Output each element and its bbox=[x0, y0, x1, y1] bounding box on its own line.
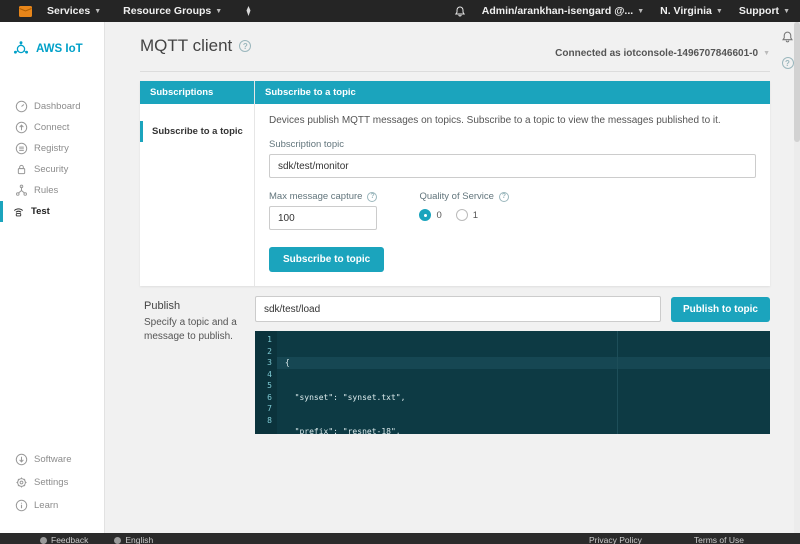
code-line: "prefix": "resnet-18", bbox=[285, 427, 401, 434]
help-icon[interactable]: ? bbox=[367, 191, 378, 202]
sidebar-item-registry[interactable]: Registry bbox=[0, 138, 104, 159]
help-icon[interactable]: ? bbox=[781, 57, 794, 69]
max-capture-label: Max message capture ? bbox=[269, 191, 378, 202]
sidebar-item-software[interactable]: Software bbox=[0, 448, 104, 471]
chevron-down-icon: ▼ bbox=[637, 7, 645, 15]
sidebar-item-security[interactable]: Security bbox=[0, 159, 104, 180]
code-line: { bbox=[277, 357, 770, 369]
qos-field: Quality of Service ? 0 1 bbox=[419, 178, 509, 230]
resource-groups-menu[interactable]: Resource Groups ▼ bbox=[123, 5, 222, 17]
qos-option-0[interactable]: 0 bbox=[419, 209, 442, 221]
wifi-test-icon bbox=[13, 208, 24, 217]
aws-top-nav: Services ▼ Resource Groups ▼ Admin/arank… bbox=[0, 0, 800, 22]
feedback-icon bbox=[40, 536, 47, 544]
subscribe-pane-header: Subscribe to a topic bbox=[255, 81, 770, 104]
chevron-down-icon: ▼ bbox=[94, 7, 102, 15]
qos-option-1[interactable]: 1 bbox=[455, 209, 478, 221]
sidebar-item-connect[interactable]: Connect bbox=[0, 117, 104, 138]
qos-label: Quality of Service ? bbox=[419, 191, 509, 202]
subscription-list-item[interactable]: Subscribe to a topic bbox=[140, 121, 254, 142]
account-menu[interactable]: Admin/arankhan-isengard @... ▼ bbox=[482, 5, 644, 17]
chevron-down-icon: ▼ bbox=[715, 7, 723, 15]
max-capture-field: Max message capture ? bbox=[269, 178, 378, 230]
header-divider bbox=[140, 71, 770, 72]
lock-icon bbox=[17, 164, 26, 175]
publish-section: Publish Specify a topic and a message to… bbox=[140, 296, 770, 434]
sidebar-nav: Dashboard Connect Registry Security Rule… bbox=[0, 96, 104, 222]
page-title: MQTT client ? bbox=[140, 36, 252, 56]
aws-iot-brand[interactable]: AWS IoT bbox=[0, 22, 104, 58]
sidebar-item-learn[interactable]: Learn bbox=[0, 494, 104, 517]
editor-code: { "synset": "synset.txt", "prefix": "res… bbox=[277, 331, 770, 434]
subscribe-to-topic-button[interactable]: Subscribe to topic bbox=[269, 247, 385, 272]
subscribe-pane: Subscribe to a topic Devices publish MQT… bbox=[255, 81, 770, 286]
privacy-policy-link[interactable]: Privacy Policy bbox=[589, 535, 642, 544]
rules-icon bbox=[16, 184, 27, 196]
aws-iot-logo-icon bbox=[13, 41, 29, 54]
aws-logo-icon[interactable] bbox=[18, 4, 33, 18]
publish-to-topic-button[interactable]: Publish to topic bbox=[671, 296, 770, 322]
gear-icon bbox=[16, 477, 27, 488]
max-capture-input[interactable] bbox=[269, 206, 377, 230]
download-icon bbox=[15, 453, 28, 466]
notifications-bell-icon[interactable] bbox=[781, 30, 794, 49]
radio-selected-icon bbox=[419, 209, 432, 221]
aws-iot-sidebar: AWS IoT Dashboard Connect Registry Secur… bbox=[0, 22, 105, 533]
feedback-link[interactable]: Feedback bbox=[40, 535, 88, 544]
info-icon bbox=[15, 499, 28, 512]
registry-icon bbox=[15, 142, 28, 155]
corner-icons: ? bbox=[781, 30, 794, 69]
publish-description: Specify a topic and a message to publish… bbox=[144, 317, 237, 342]
chevron-down-icon: ▼ bbox=[783, 7, 790, 15]
subscriptions-header: Subscriptions bbox=[140, 81, 254, 104]
support-menu[interactable]: Support ▼ bbox=[739, 5, 790, 17]
notifications-bell-icon[interactable] bbox=[454, 5, 466, 18]
scrollbar-thumb[interactable] bbox=[794, 22, 800, 142]
sidebar-item-dashboard[interactable]: Dashboard bbox=[0, 96, 104, 117]
subscription-topic-input[interactable] bbox=[269, 154, 756, 178]
terms-of-use-link[interactable]: Terms of Use bbox=[694, 535, 744, 544]
sidebar-item-settings[interactable]: Settings bbox=[0, 471, 104, 494]
services-menu[interactable]: Services ▼ bbox=[47, 5, 101, 17]
subscription-topic-label: Subscription topic bbox=[269, 139, 344, 150]
subscriptions-panel: Subscriptions Subscribe to a topic Subsc… bbox=[140, 81, 770, 286]
sidebar-item-test[interactable]: Test bbox=[0, 201, 104, 222]
subscribe-description: Devices publish MQTT messages on topics.… bbox=[269, 115, 721, 126]
connect-icon bbox=[15, 121, 28, 134]
console-footer: Feedback English Privacy Policy Terms of… bbox=[0, 533, 800, 544]
language-link[interactable]: English bbox=[114, 535, 153, 544]
editor-line-numbers: 1 2 3 4 5 6 7 8 bbox=[255, 331, 277, 434]
radio-unselected-icon bbox=[455, 209, 468, 221]
publish-topic-input[interactable] bbox=[255, 296, 661, 322]
mqtt-client-page: ? MQTT client ? Connected as iotconsole-… bbox=[105, 22, 800, 533]
page-header: MQTT client ? Connected as iotconsole-14… bbox=[140, 36, 770, 59]
publish-title: Publish bbox=[144, 300, 181, 312]
chevron-down-icon: ▼ bbox=[763, 50, 770, 57]
qos-radio-group: 0 1 bbox=[419, 209, 508, 221]
code-line: "synset": "synset.txt", bbox=[285, 392, 406, 402]
vertical-scrollbar[interactable] bbox=[794, 22, 800, 533]
gauge-icon bbox=[15, 100, 28, 113]
help-icon[interactable]: ? bbox=[498, 191, 509, 202]
pin-shortcut-icon[interactable] bbox=[244, 5, 253, 17]
brand-label: AWS IoT bbox=[36, 43, 83, 55]
sidebar-footer: Software Settings Learn bbox=[0, 448, 104, 517]
chevron-down-icon: ▼ bbox=[215, 7, 223, 15]
globe-icon bbox=[114, 536, 122, 544]
editor-print-margin bbox=[617, 331, 618, 434]
help-icon[interactable]: ? bbox=[239, 40, 252, 52]
region-menu[interactable]: N. Virginia ▼ bbox=[660, 5, 723, 17]
sidebar-item-rules[interactable]: Rules bbox=[0, 180, 104, 201]
subscriptions-list: Subscriptions Subscribe to a topic bbox=[140, 81, 255, 286]
message-payload-editor[interactable]: 1 2 3 4 5 6 7 8 { "synset": "synset.txt"… bbox=[255, 331, 770, 434]
connected-as-dropdown[interactable]: Connected as iotconsole-1496707846601-0 … bbox=[555, 48, 770, 59]
